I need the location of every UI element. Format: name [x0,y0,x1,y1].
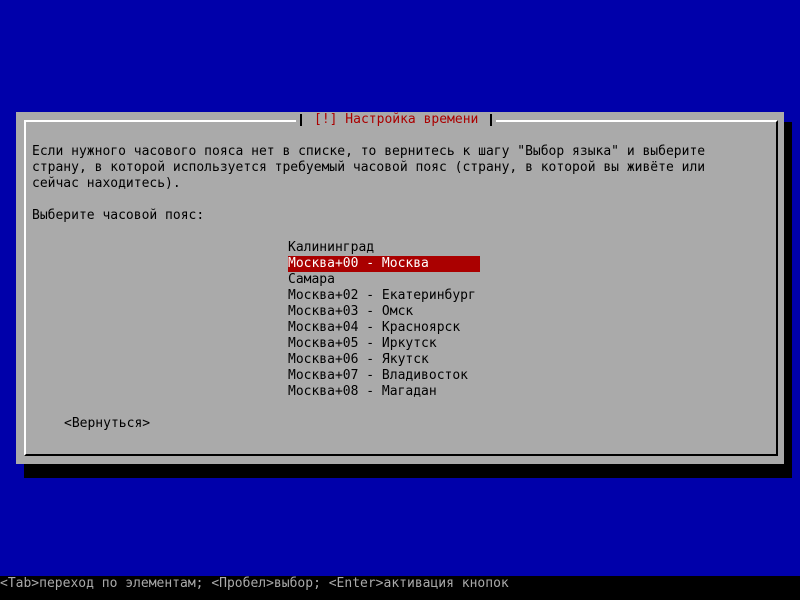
timezone-option[interactable]: Москва+05 - Иркутск [288,336,480,352]
dialog-title-text: [!] Настройка времени [314,112,479,127]
dialog-description: Если нужного часового пояса нет в списке… [32,144,706,191]
timezone-option[interactable]: Москва+07 - Владивосток [288,368,480,384]
timezone-option[interactable]: Самара [288,272,480,288]
installer-screen: [!] Настройка времени Если нужного часов… [0,0,800,600]
timezone-prompt: Выберите часовой пояс: [32,208,205,223]
title-left-bracket [300,114,308,126]
dialog-title: [!] Настройка времени [296,112,497,128]
timezone-option[interactable]: Москва+02 - Екатеринбург [288,288,480,304]
timezone-list: Калининград Москва+00 - Москва Самара Мо… [288,240,480,400]
timezone-option-selected[interactable]: Москва+00 - Москва [288,256,480,272]
timezone-option[interactable]: Москва+03 - Омск [288,304,480,320]
timezone-option[interactable]: Москва+08 - Магадан [288,384,480,400]
timezone-dialog: [!] Настройка времени Если нужного часов… [16,112,784,464]
timezone-option[interactable]: Калининград [288,240,480,256]
timezone-option[interactable]: Москва+06 - Якутск [288,352,480,368]
status-bar-text: <Tab>переход по элементам; <Пробел>выбор… [0,576,509,591]
timezone-option[interactable]: Москва+04 - Красноярск [288,320,480,336]
title-right-bracket [484,114,493,126]
back-button[interactable]: <Вернуться> [64,416,150,432]
